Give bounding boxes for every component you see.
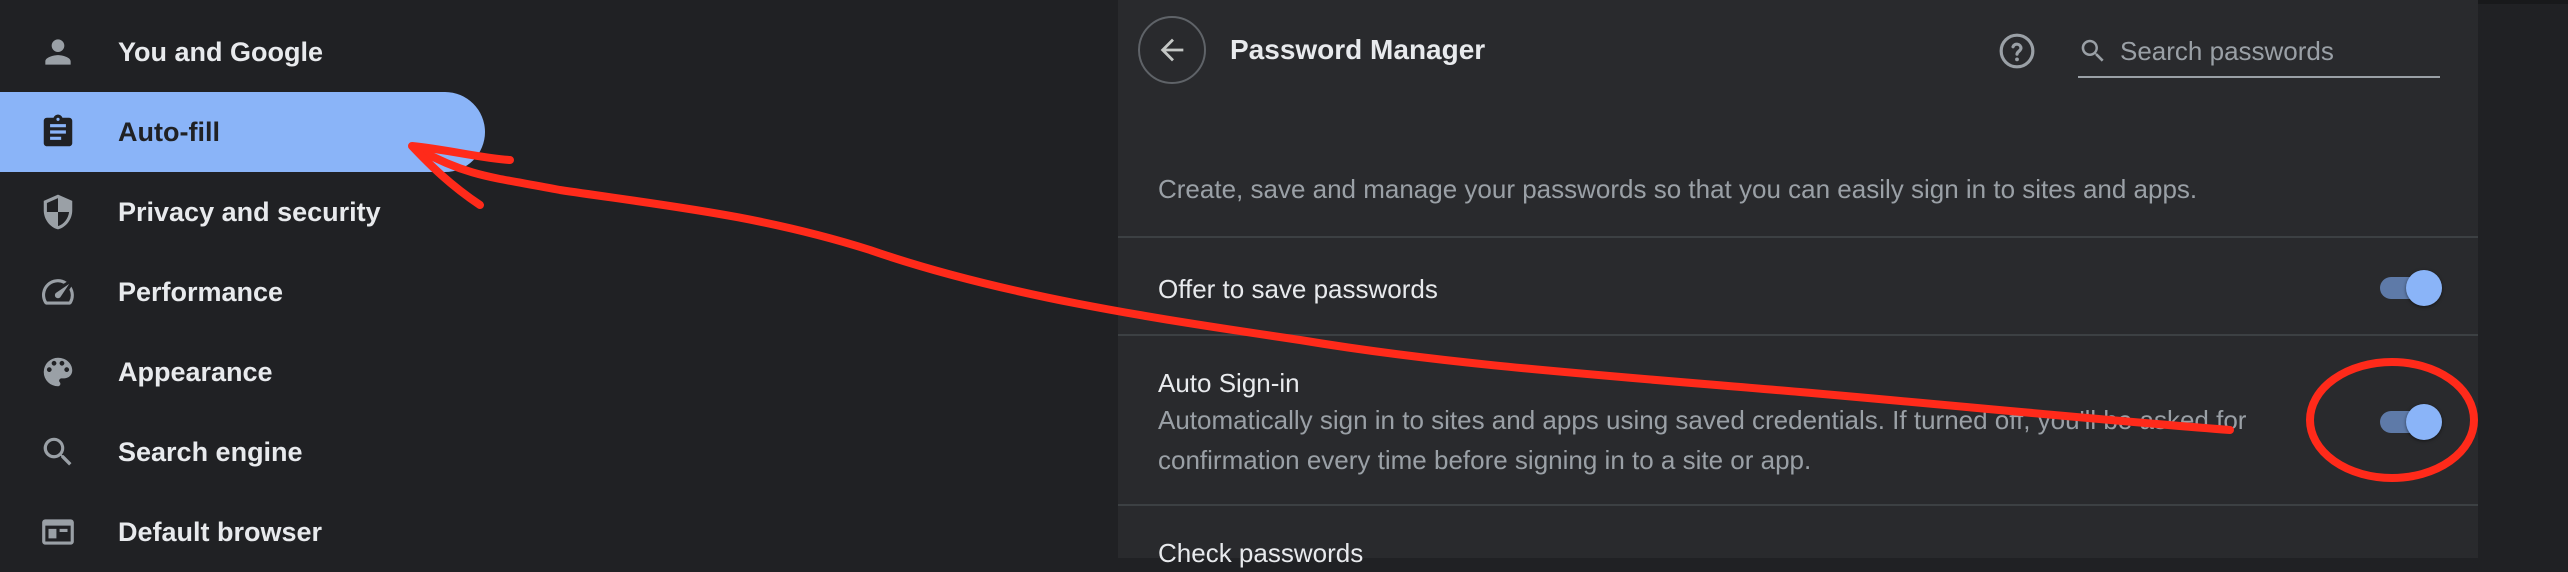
sidebar-item-label: Default browser <box>118 516 323 547</box>
auto-sign-in-description: Automatically sign in to sites and apps … <box>1158 405 2247 475</box>
search-icon <box>38 432 78 472</box>
divider <box>1118 334 2478 336</box>
toggle-knob <box>2406 404 2442 440</box>
sidebar-item-label: Privacy and security <box>118 196 381 227</box>
offer-to-save-passwords-toggle[interactable] <box>2376 266 2442 306</box>
help-icon[interactable] <box>1998 32 2036 70</box>
offer-to-save-passwords-label: Offer to save passwords <box>1158 274 1438 304</box>
sidebar-item-label: Performance <box>118 276 284 307</box>
page-title: Password Manager <box>1230 34 1486 65</box>
clipboard-icon <box>38 112 78 152</box>
sidebar-item-search-engine[interactable]: Search engine <box>0 412 485 492</box>
toggle-knob <box>2406 270 2442 306</box>
back-button[interactable] <box>1138 16 1206 84</box>
sidebar-item-label: You and Google <box>118 36 323 67</box>
arrow-left-icon <box>1160 38 1184 62</box>
sidebar-item-auto-fill[interactable]: Auto-fill <box>0 92 485 172</box>
browser-window-icon <box>38 512 78 552</box>
search-passwords-input[interactable] <box>2118 32 2437 70</box>
sidebar-item-you-and-google[interactable]: You and Google <box>0 12 485 92</box>
password-manager-panel: Password Manager Create, save and manage… <box>1118 0 2478 568</box>
speedometer-icon <box>38 272 78 312</box>
auto-sign-in-toggle[interactable] <box>2376 400 2442 440</box>
divider <box>1118 236 2478 238</box>
auto-sign-in-label: Auto Sign-in <box>1158 368 1300 398</box>
shield-icon <box>38 192 78 232</box>
palette-icon <box>38 352 78 392</box>
check-passwords-label[interactable]: Check passwords <box>1158 538 1363 569</box>
sidebar-item-label: Auto-fill <box>118 116 220 147</box>
sidebar-item-label: Search engine <box>118 436 303 467</box>
sidebar-item-label: Appearance <box>118 356 273 387</box>
sidebar-item-performance[interactable]: Performance <box>0 252 485 332</box>
settings-sidebar: You and Google Auto-fill Privacy and sec… <box>0 0 1118 558</box>
search-field[interactable] <box>2078 22 2440 78</box>
search-icon <box>2078 36 2108 66</box>
sidebar-item-privacy-and-security[interactable]: Privacy and security <box>0 172 485 252</box>
sidebar-item-appearance[interactable]: Appearance <box>0 332 485 412</box>
divider <box>1118 504 2478 506</box>
page-description: Create, save and manage your passwords s… <box>1158 174 2198 204</box>
person-icon <box>38 32 78 72</box>
sidebar-item-default-browser[interactable]: Default browser <box>0 492 485 572</box>
